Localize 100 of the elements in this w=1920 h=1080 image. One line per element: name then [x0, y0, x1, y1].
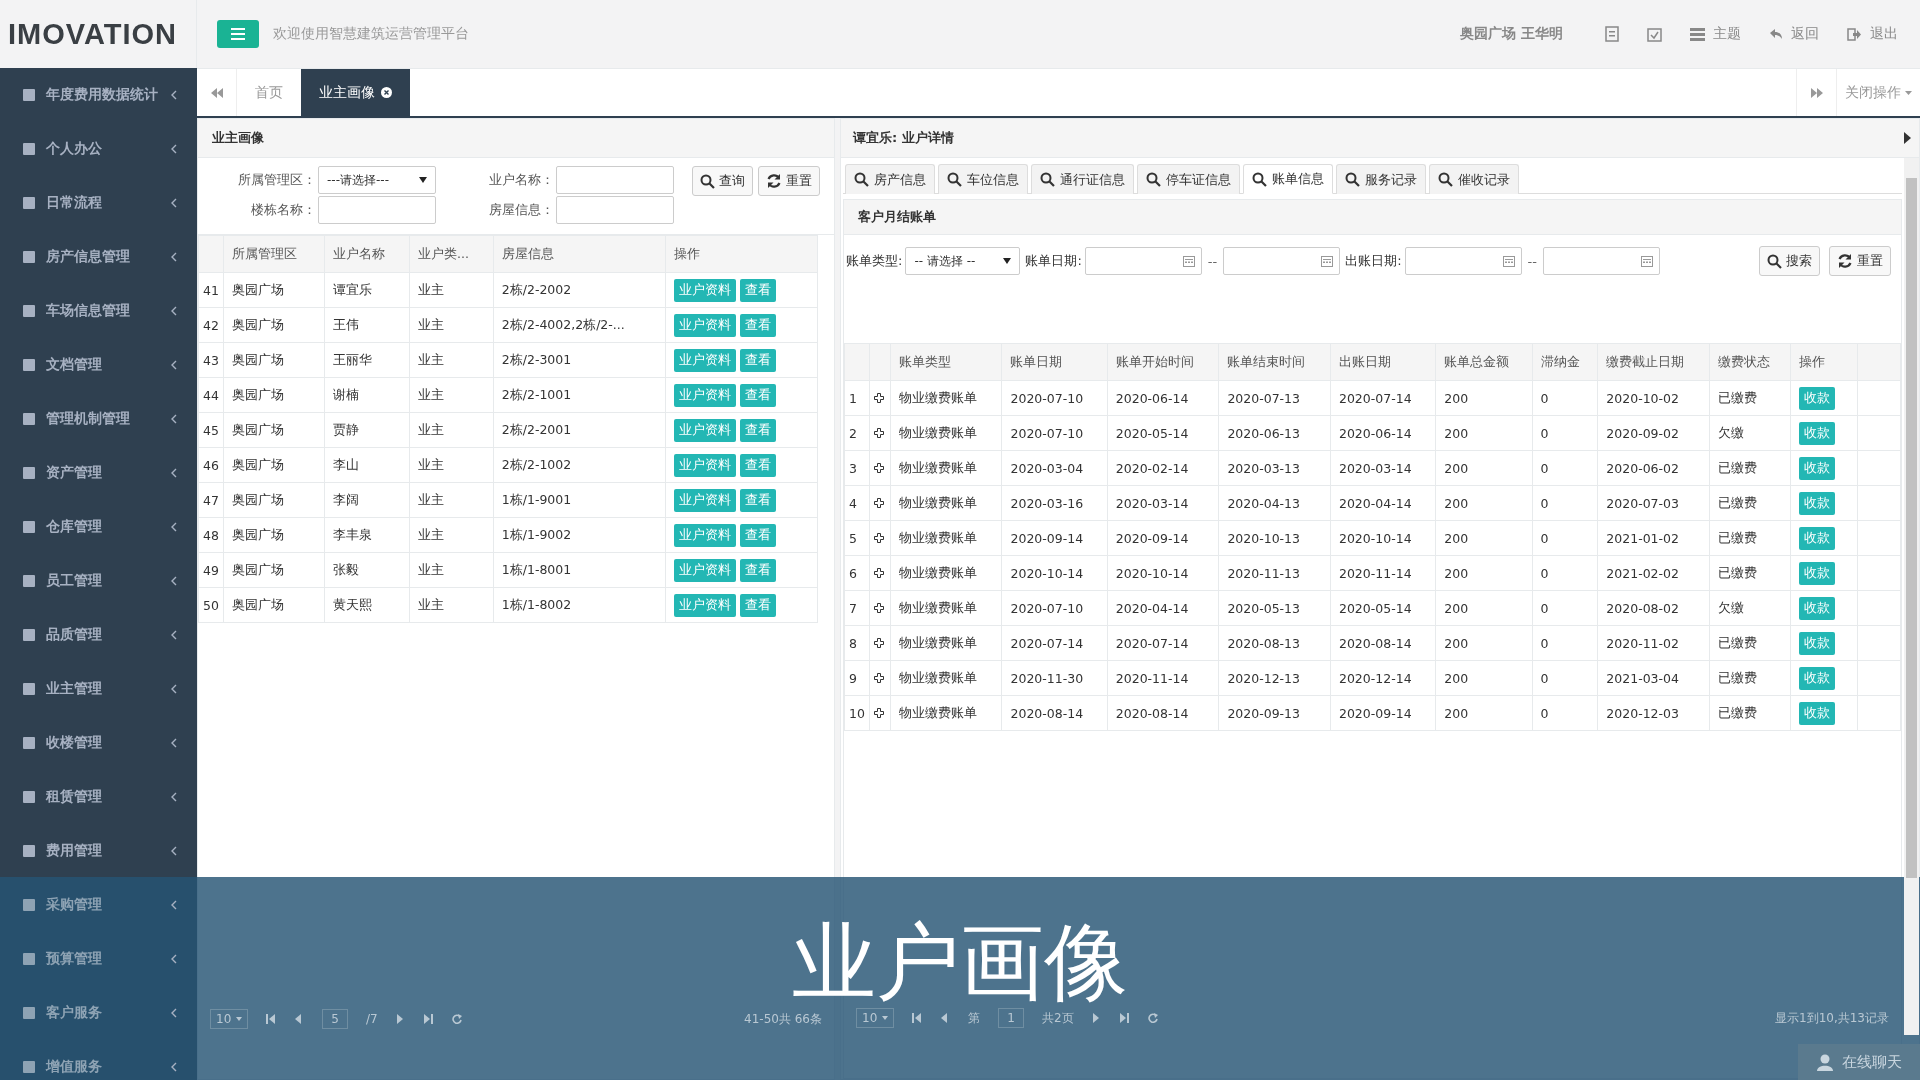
view-button[interactable]: 查看	[740, 313, 777, 337]
sidebar-item[interactable]: 费用管理	[0, 824, 197, 878]
collect-button[interactable]: 收款	[1798, 491, 1835, 515]
plus-icon[interactable]	[873, 638, 884, 648]
collect-button[interactable]: 收款	[1798, 421, 1835, 445]
view-button[interactable]: 查看	[740, 523, 777, 547]
profile-button[interactable]: 业户资料	[674, 593, 737, 617]
refresh-icon[interactable]	[1147, 1013, 1158, 1023]
plus-icon[interactable]	[873, 393, 884, 403]
view-button[interactable]: 查看	[740, 348, 777, 372]
profile-button[interactable]: 业户资料	[674, 418, 737, 442]
tab[interactable]: 停车证信息	[1137, 164, 1240, 194]
plus-icon[interactable]	[873, 568, 884, 578]
profile-button[interactable]: 业户资料	[674, 488, 737, 512]
profile-button[interactable]: 业户资料	[674, 313, 737, 337]
first-page-icon[interactable]	[266, 1014, 277, 1024]
header-button[interactable]: 退出	[1847, 25, 1898, 43]
tab[interactable]: 账单信息	[1243, 164, 1333, 194]
profile-button[interactable]: 业户资料	[674, 278, 737, 302]
plus-icon[interactable]	[873, 673, 884, 683]
input-field[interactable]	[556, 196, 674, 224]
date-field[interactable]	[1542, 247, 1660, 275]
sidebar-item[interactable]: 员工管理	[0, 554, 197, 608]
sidebar-item[interactable]: 车场信息管理	[0, 284, 197, 338]
profile-button[interactable]: 业户资料	[674, 523, 737, 547]
tab[interactable]: 业主画像	[301, 69, 410, 116]
tab[interactable]: 通行证信息	[1031, 164, 1134, 194]
profile-button[interactable]: 业户资料	[674, 558, 737, 582]
input-field[interactable]	[318, 196, 436, 224]
sidebar-item[interactable]: 预算管理	[0, 932, 197, 986]
header-icon-button[interactable]	[1647, 26, 1662, 42]
search-button[interactable]: 查询	[692, 166, 753, 196]
last-page-icon[interactable]	[423, 1014, 434, 1024]
sidebar-item[interactable]: 日常流程	[0, 176, 197, 230]
date-field[interactable]	[1404, 247, 1522, 275]
chat-button[interactable]: 在线聊天	[1798, 1044, 1920, 1080]
sidebar-item[interactable]: 采购管理	[0, 878, 197, 932]
view-button[interactable]: 查看	[740, 488, 777, 512]
plus-icon[interactable]	[873, 533, 884, 543]
tab[interactable]: 房产信息	[845, 164, 935, 194]
reset-button[interactable]: 重置	[1829, 246, 1891, 276]
scrollbar[interactable]	[1904, 158, 1919, 1035]
date-field[interactable]	[1084, 247, 1202, 275]
tab[interactable]: 催收记录	[1429, 164, 1519, 194]
input-field[interactable]	[556, 166, 674, 194]
collect-button[interactable]: 收款	[1798, 631, 1835, 655]
view-button[interactable]: 查看	[740, 593, 777, 617]
header-button[interactable]: 返回	[1769, 25, 1819, 43]
plus-icon[interactable]	[873, 498, 884, 508]
sidebar-item[interactable]: 收楼管理	[0, 716, 197, 770]
search-button[interactable]: 搜索	[1759, 246, 1820, 276]
sidebar-item[interactable]: 租赁管理	[0, 770, 197, 824]
select-field[interactable]: ---请选择---	[318, 166, 436, 194]
scroll-thumb[interactable]	[1906, 178, 1917, 878]
tab[interactable]: 服务记录	[1336, 164, 1426, 194]
sidebar-item[interactable]: 资产管理	[0, 446, 197, 500]
collect-button[interactable]: 收款	[1798, 666, 1835, 690]
profile-button[interactable]: 业户资料	[674, 383, 737, 407]
collect-button[interactable]: 收款	[1798, 386, 1835, 410]
page-size-select[interactable]: 10	[856, 1008, 895, 1028]
tab[interactable]: 车位信息	[938, 164, 1028, 194]
profile-button[interactable]: 业户资料	[674, 453, 737, 477]
page-size-select[interactable]: 10	[210, 1009, 249, 1029]
sidebar-item[interactable]: 管理机制管理	[0, 392, 197, 446]
header-icon-button[interactable]	[1605, 26, 1619, 42]
sidebar-item[interactable]: 品质管理	[0, 608, 197, 662]
collect-button[interactable]: 收款	[1798, 701, 1835, 725]
reset-button[interactable]: 重置	[758, 166, 820, 196]
sidebar-item[interactable]: 增值服务	[0, 1040, 197, 1080]
sidebar-item[interactable]: 房产信息管理	[0, 230, 197, 284]
header-button[interactable]: 主题	[1690, 25, 1741, 43]
sidebar-item[interactable]: 文档管理	[0, 338, 197, 392]
close-icon[interactable]	[381, 87, 392, 98]
sidebar-item[interactable]: 个人办公	[0, 122, 197, 176]
view-button[interactable]: 查看	[740, 383, 777, 407]
view-button[interactable]: 查看	[740, 558, 777, 582]
view-button[interactable]: 查看	[740, 453, 777, 477]
last-page-icon[interactable]	[1119, 1013, 1130, 1023]
expand-right-icon[interactable]	[1904, 132, 1911, 144]
sidebar-item[interactable]: 客户服务	[0, 986, 197, 1040]
sidebar-item[interactable]: 业主管理	[0, 662, 197, 716]
plus-icon[interactable]	[873, 463, 884, 473]
select-field[interactable]: -- 请选择 --	[905, 247, 1021, 275]
page-input[interactable]: 1	[998, 1008, 1024, 1028]
first-page-icon[interactable]	[912, 1013, 923, 1023]
close-menu-button[interactable]: 关闭操作	[1836, 69, 1920, 116]
collect-button[interactable]: 收款	[1798, 596, 1835, 620]
view-button[interactable]: 查看	[740, 278, 777, 302]
profile-button[interactable]: 业户资料	[674, 348, 737, 372]
date-field[interactable]	[1223, 247, 1341, 275]
refresh-icon[interactable]	[451, 1014, 462, 1024]
plus-icon[interactable]	[873, 708, 884, 718]
tab[interactable]: 首页	[237, 69, 301, 116]
view-button[interactable]: 查看	[740, 418, 777, 442]
plus-icon[interactable]	[873, 428, 884, 438]
plus-icon[interactable]	[873, 603, 884, 613]
menu-button[interactable]	[217, 20, 259, 48]
collect-button[interactable]: 收款	[1798, 526, 1835, 550]
collect-button[interactable]: 收款	[1798, 561, 1835, 585]
sidebar-item[interactable]: 年度费用数据统计	[0, 68, 197, 122]
